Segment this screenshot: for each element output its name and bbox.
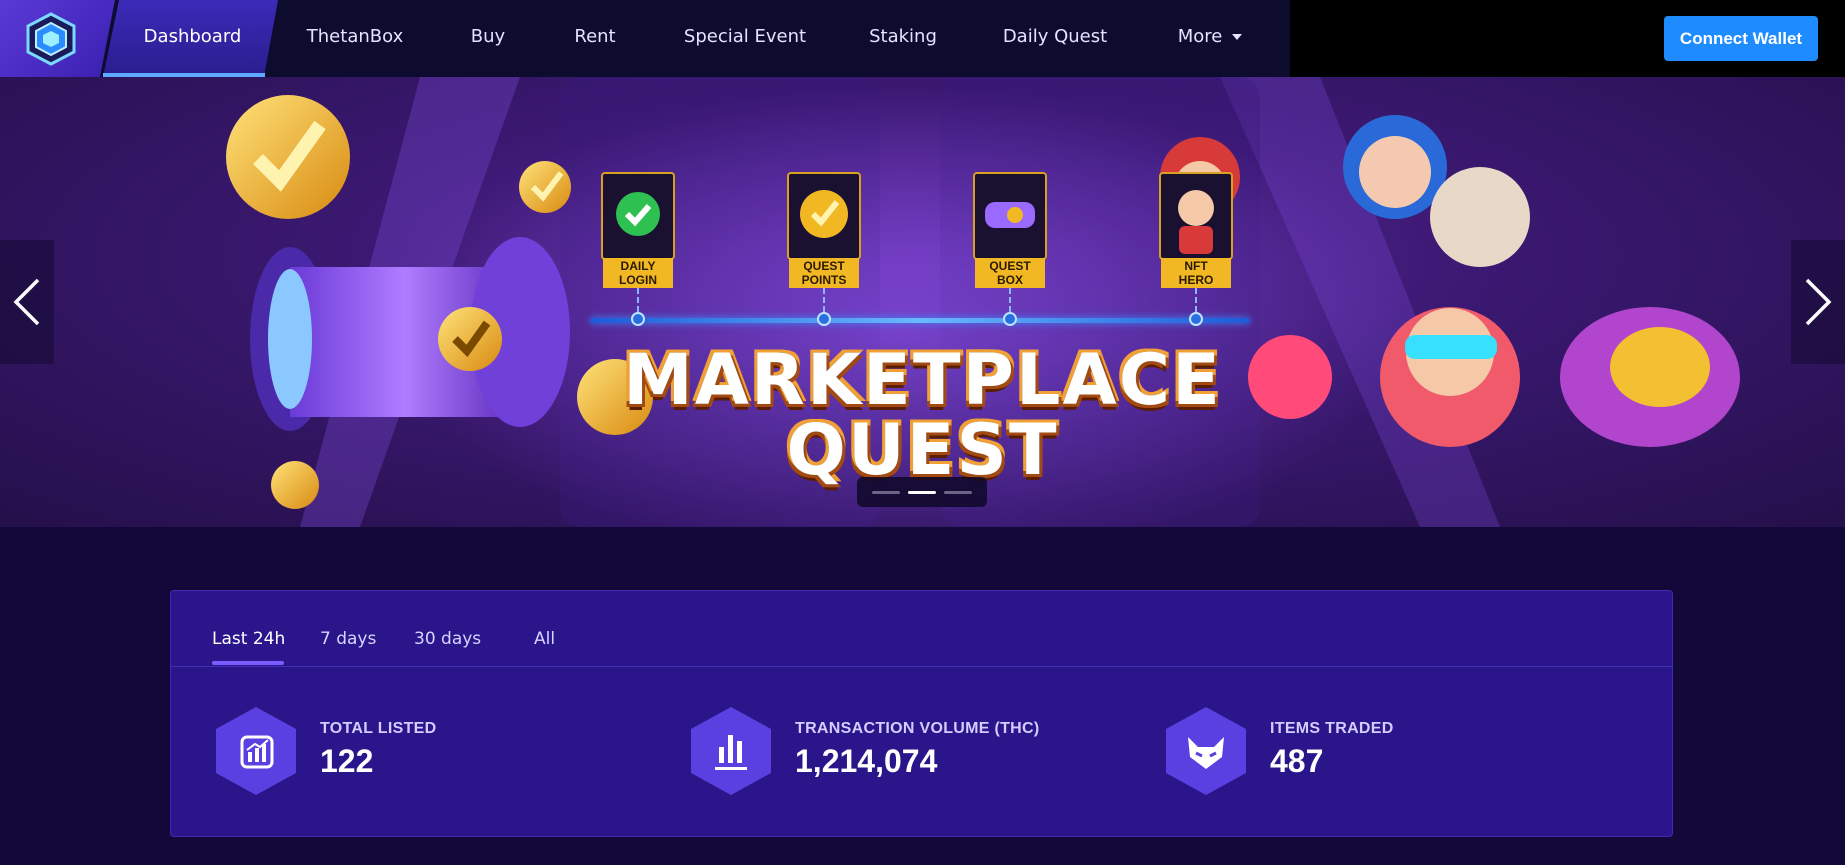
nav-item-staking[interactable]: Staking [860, 0, 946, 74]
next-slide-button[interactable] [1791, 240, 1845, 364]
track-node [817, 312, 831, 326]
transaction-volume-badge [691, 707, 771, 795]
slide-dot[interactable] [872, 491, 900, 494]
quest-card-nft-hero: NFT HERO [1159, 172, 1233, 288]
gold-check-coin-icon [787, 172, 861, 260]
nav-item-daily-quest[interactable]: Daily Quest [996, 0, 1114, 74]
hero-banner: DAILY LOGIN QUEST POINTS QUEST BOX NFT HERO … [0, 77, 1845, 527]
bar-chart-icon [715, 735, 747, 770]
chart-growth-icon [240, 735, 274, 769]
scroll-tube-icon [973, 172, 1047, 260]
slide-indicator [857, 477, 987, 507]
quest-card-label: QUEST POINTS [789, 258, 859, 288]
total-listed-value: 122 [320, 743, 374, 779]
chevron-left-icon [13, 278, 40, 326]
quest-card-label: QUEST BOX [975, 258, 1045, 288]
slide-dot-active[interactable] [908, 491, 936, 494]
items-traded-label: ITEMS TRADED [1270, 720, 1394, 737]
logo-box[interactable] [0, 0, 115, 77]
chevron-down-icon [1232, 34, 1243, 40]
nav-item-buy[interactable]: Buy [455, 0, 521, 74]
track-node [1189, 312, 1203, 326]
tab-last-24h[interactable]: Last 24h [212, 629, 285, 649]
track-connector [823, 288, 825, 312]
tab-30-days[interactable]: 30 days [414, 629, 481, 649]
items-traded-value: 487 [1270, 743, 1324, 779]
tab-7-days[interactable]: 7 days [320, 629, 376, 649]
active-tab-underline [212, 661, 284, 665]
nav-item-more[interactable]: More [1165, 0, 1255, 74]
total-listed-label: TOTAL LISTED [320, 720, 437, 737]
stats-panel: Last 24h 7 days 30 days All TOTAL LISTED… [170, 590, 1673, 837]
quest-card-label: DAILY LOGIN [603, 258, 673, 288]
hero-character-icon [1159, 172, 1233, 260]
slide-dot[interactable] [944, 491, 972, 494]
quest-card-daily-login: DAILY LOGIN [601, 172, 675, 288]
connect-wallet-button[interactable]: Connect Wallet [1664, 16, 1818, 61]
items-traded-badge [1166, 707, 1246, 795]
quest-progress-track [590, 318, 1250, 323]
quest-card-quest-box: QUEST BOX [973, 172, 1047, 288]
quest-card-label: NFT HERO [1161, 258, 1231, 288]
transaction-volume-value: 1,214,074 [795, 743, 938, 779]
time-range-tabs: Last 24h 7 days 30 days All [171, 591, 1672, 667]
track-node [1003, 312, 1017, 326]
nav-more-label: More [1177, 26, 1223, 47]
track-connector [1009, 288, 1011, 312]
track-connector [637, 288, 639, 312]
top-nav: Dashboard ThetanBox Buy Rent Special Eve… [0, 0, 1845, 77]
prev-slide-button[interactable] [0, 240, 54, 364]
total-listed-badge [216, 707, 296, 795]
nav-item-rent[interactable]: Rent [562, 0, 628, 74]
transaction-volume-label: TRANSACTION VOLUME (THC) [795, 720, 1040, 737]
track-node [631, 312, 645, 326]
checkmark-icon [601, 172, 675, 260]
demon-mask-icon [1188, 737, 1224, 769]
nav-item-thetanbox[interactable]: ThetanBox [300, 0, 410, 74]
nav-item-dashboard[interactable]: Dashboard [125, 0, 260, 74]
quest-card-quest-points: QUEST POINTS [787, 172, 861, 288]
tab-all[interactable]: All [534, 629, 555, 649]
track-connector [1195, 288, 1197, 312]
chevron-right-icon [1805, 278, 1832, 326]
logo-icon [26, 12, 76, 66]
nav-item-special-event[interactable]: Special Event [680, 0, 810, 74]
